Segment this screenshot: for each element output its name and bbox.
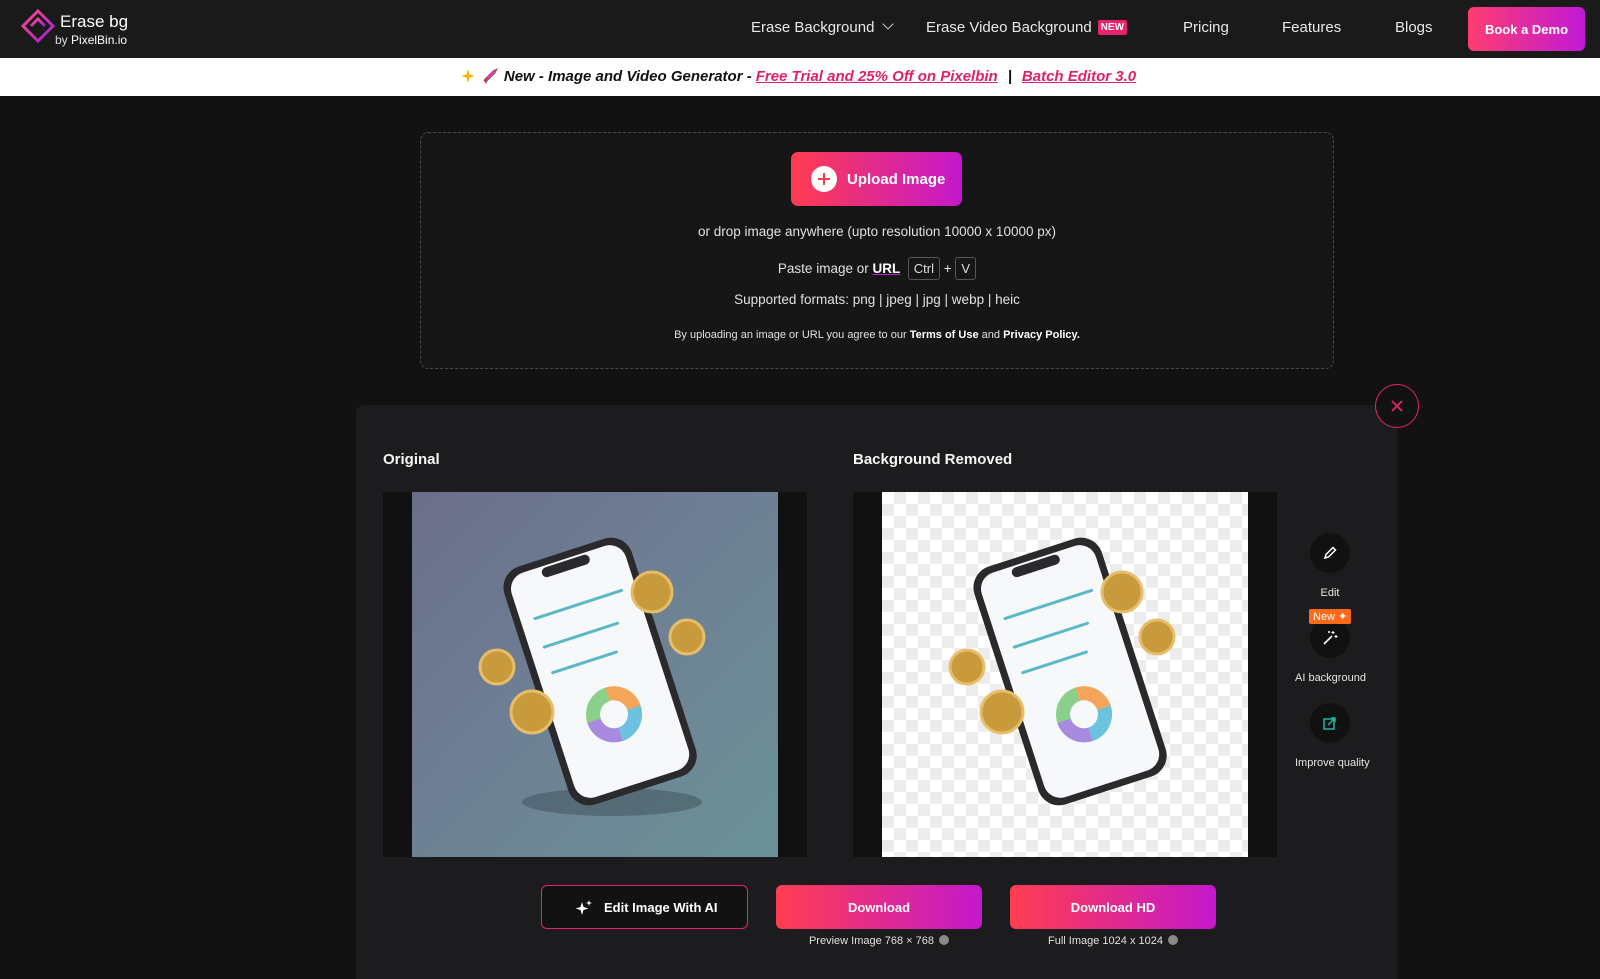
- rocket-icon: [483, 68, 498, 84]
- magic-wand-icon: [1323, 631, 1338, 645]
- original-title: Original: [383, 451, 440, 468]
- background-removed-title: Background Removed: [853, 451, 1013, 468]
- phone-cutout-illustration: [948, 537, 1176, 806]
- close-button[interactable]: [1375, 384, 1419, 428]
- erase-bg-logo-icon: [20, 8, 56, 44]
- book-demo-button[interactable]: Book a Demo: [1468, 7, 1585, 51]
- tool-improve-quality-label: Improve quality: [1295, 757, 1370, 769]
- formats-label: Supported formats:: [734, 292, 849, 307]
- upload-image-button[interactable]: Upload Image: [791, 152, 962, 206]
- paste-hint: Paste image or URL Ctrl + V: [420, 257, 1334, 280]
- plus-icon: [811, 166, 837, 192]
- logo-subtitle: by PixelBin.io: [55, 33, 128, 47]
- tool-ai-background-label: AI background: [1295, 672, 1366, 684]
- new-badge: NEW: [1097, 20, 1128, 35]
- original-frame: [383, 492, 807, 857]
- supported-formats: Supported formats: png | jpeg | jpg | we…: [420, 292, 1334, 307]
- close-icon: [1391, 400, 1403, 412]
- download-button[interactable]: Download: [776, 885, 982, 929]
- preview-note-text: Preview Image 768 × 768: [808, 935, 935, 947]
- download-hd-button[interactable]: Download HD: [1010, 885, 1216, 929]
- tool-ai-background[interactable]: AI background: [1295, 618, 1366, 684]
- edit-image-with-ai-button[interactable]: Edit Image With AI: [541, 885, 748, 929]
- plus-sign: +: [943, 261, 952, 276]
- full-image-note: Full Image 1024 x 1024: [1010, 935, 1216, 947]
- nav-erase-background-label: Erase Background: [751, 19, 875, 36]
- chevron-down-icon: [882, 18, 895, 30]
- nav-erase-background[interactable]: Erase Background: [751, 18, 895, 36]
- top-nav: Erase bg by PixelBin.io Erase Background…: [0, 0, 1600, 58]
- batch-editor-link[interactable]: Batch Editor 3.0: [1022, 68, 1136, 85]
- full-note-text: Full Image 1024 x 1024: [1048, 935, 1163, 947]
- terms-and: and: [981, 329, 1000, 341]
- info-icon[interactable]: [939, 935, 950, 945]
- nav-erase-video-label: Erase Video Background: [926, 19, 1092, 36]
- paste-prefix: Paste image or: [777, 261, 869, 276]
- background-removed-frame: [853, 492, 1277, 857]
- original-image: [412, 492, 778, 857]
- info-icon[interactable]: [1167, 935, 1178, 945]
- drop-hint: or drop image anywhere (upto resolution …: [698, 224, 1056, 239]
- banner-text: New - Image and Video Generator -: [503, 68, 752, 85]
- banner-separator: |: [1007, 68, 1012, 85]
- logo-title: Erase bg: [60, 12, 129, 31]
- tool-edit[interactable]: Edit: [1295, 533, 1365, 599]
- tool-ai-background-button[interactable]: [1310, 618, 1350, 658]
- preview-note: Preview Image 768 × 768: [776, 935, 982, 947]
- announcement-banner: New - Image and Video Generator - Free Tr…: [0, 58, 1600, 96]
- terms-prefix: By uploading an image or URL you agree t…: [674, 329, 907, 341]
- logo[interactable]: Erase bg by PixelBin.io: [20, 8, 150, 50]
- nav-blogs[interactable]: Blogs: [1395, 19, 1433, 36]
- sparkle-icon: [575, 900, 592, 915]
- upload-image-label: Upload Image: [847, 170, 946, 188]
- terms-note: By uploading an image or URL you agree t…: [420, 329, 1334, 341]
- privacy-policy-link[interactable]: Privacy Policy.: [1003, 329, 1080, 341]
- nav-features[interactable]: Features: [1282, 19, 1341, 36]
- free-trial-link[interactable]: Free Trial and 25% Off on Pixelbin: [756, 68, 998, 85]
- v-key: V: [955, 257, 977, 280]
- nav-pricing[interactable]: Pricing: [1183, 19, 1229, 36]
- new-badge-text: New: [1313, 611, 1336, 623]
- paste-url-link[interactable]: URL: [872, 261, 900, 276]
- background-removed-image: [882, 492, 1248, 857]
- nav-erase-video-background[interactable]: Erase Video Background NEW: [926, 19, 1128, 37]
- edit-image-with-ai-label: Edit Image With AI: [604, 900, 718, 915]
- enhance-icon: [1323, 717, 1336, 730]
- tool-improve-quality[interactable]: Improve quality: [1295, 703, 1370, 769]
- tool-edit-label: Edit: [1320, 587, 1340, 599]
- sparkles-icon: [460, 69, 475, 83]
- ai-background-new-badge: New ✦: [1309, 609, 1352, 624]
- phone-illustration: [478, 537, 706, 816]
- terms-of-use-link[interactable]: Terms of Use: [910, 329, 979, 341]
- tool-edit-button[interactable]: [1310, 533, 1350, 573]
- tool-improve-quality-button[interactable]: [1310, 703, 1350, 743]
- pencil-icon: [1323, 546, 1337, 560]
- formats-list: png | jpeg | jpg | webp | heic: [852, 292, 1020, 307]
- ctrl-key: Ctrl: [907, 257, 940, 280]
